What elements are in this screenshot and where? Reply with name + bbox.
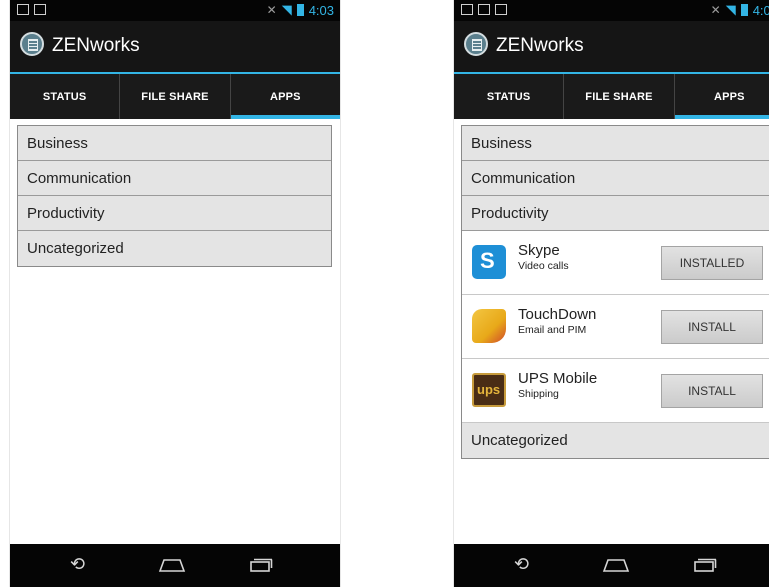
app-title: ZENworks xyxy=(52,35,140,56)
category-list: Business Communication Productivity Unca… xyxy=(17,125,332,267)
status-time: 4:03 xyxy=(308,2,334,18)
app-subtitle: Video calls xyxy=(518,260,569,272)
app-name: TouchDown xyxy=(518,306,597,323)
app-row-touchdown[interactable]: TouchDown Email and PIM INSTALL xyxy=(462,295,769,359)
app-name: UPS Mobile xyxy=(518,370,598,387)
navigation-bar xyxy=(454,544,769,587)
recent-apps-icon[interactable] xyxy=(690,558,718,572)
category-list: Business Communication Productivity Skyp… xyxy=(461,125,769,459)
tab-bar: STATUS FILE SHARE APPS xyxy=(454,74,769,119)
category-business[interactable]: Business xyxy=(462,126,769,161)
status-bar: ✕ ◥ 4:03 xyxy=(10,0,340,21)
phone-screen-left: ✕ ◥ 4:03 ZENworks STATUS FILE SHARE APPS… xyxy=(9,0,341,587)
category-productivity[interactable]: Productivity xyxy=(18,196,331,231)
app-row-ups-mobile[interactable]: UPS Mobile Shipping INSTALL xyxy=(462,359,769,423)
home-icon[interactable] xyxy=(158,558,186,572)
app-subtitle: Shipping xyxy=(518,388,559,400)
action-bar: ZENworks xyxy=(454,21,769,74)
app-subtitle: Email and PIM xyxy=(518,324,587,336)
status-time: 4:03 xyxy=(752,2,769,18)
wifi-icon: ◥ xyxy=(725,2,736,17)
app-name: Skype xyxy=(518,242,560,259)
zenworks-logo-icon[interactable] xyxy=(20,32,44,56)
battery-icon xyxy=(740,4,748,16)
mute-icon: ✕ xyxy=(710,3,721,17)
touchdown-icon xyxy=(472,309,506,343)
back-icon[interactable] xyxy=(70,554,92,575)
category-communication[interactable]: Communication xyxy=(462,161,769,196)
tab-apps[interactable]: APPS xyxy=(230,74,340,119)
category-uncategorized[interactable]: Uncategorized xyxy=(462,423,769,458)
ups-mobile-icon xyxy=(472,373,506,407)
apps-content: Business Communication Productivity Unca… xyxy=(10,119,340,544)
category-communication[interactable]: Communication xyxy=(18,161,331,196)
gallery-notification-icon xyxy=(17,4,29,15)
category-productivity[interactable]: Productivity xyxy=(462,196,769,231)
action-bar: ZENworks xyxy=(10,21,340,74)
app-title: ZENworks xyxy=(496,35,584,56)
tab-file-share[interactable]: FILE SHARE xyxy=(120,74,231,119)
recent-apps-icon[interactable] xyxy=(246,558,274,572)
installed-button[interactable]: INSTALLED xyxy=(661,246,763,280)
tab-bar: STATUS FILE SHARE APPS xyxy=(10,74,340,119)
mail-notification-icon xyxy=(478,4,490,15)
zenworks-logo-icon[interactable] xyxy=(464,32,488,56)
tab-status[interactable]: STATUS xyxy=(454,74,565,119)
navigation-bar xyxy=(10,544,340,587)
app-row-skype[interactable]: Skype Video calls INSTALLED xyxy=(462,231,769,295)
mute-icon: ✕ xyxy=(266,3,277,17)
tab-status[interactable]: STATUS xyxy=(10,74,121,119)
battery-icon xyxy=(296,4,304,16)
install-button[interactable]: INSTALL xyxy=(661,374,763,408)
phone-screen-right: ✕ ◥ 4:03 ZENworks STATUS FILE SHARE APPS… xyxy=(453,0,769,587)
gallery-notification-icon xyxy=(461,4,473,15)
tab-apps[interactable]: APPS xyxy=(674,74,769,119)
apps-content: Business Communication Productivity Skyp… xyxy=(454,119,769,544)
wifi-icon: ◥ xyxy=(281,2,292,17)
skype-icon xyxy=(472,245,506,279)
category-uncategorized[interactable]: Uncategorized xyxy=(18,231,331,266)
tab-file-share[interactable]: FILE SHARE xyxy=(564,74,675,119)
back-icon[interactable] xyxy=(514,554,536,575)
install-button[interactable]: INSTALL xyxy=(661,310,763,344)
home-icon[interactable] xyxy=(602,558,630,572)
category-business[interactable]: Business xyxy=(18,126,331,161)
mail-notification-icon xyxy=(34,4,46,15)
download-complete-icon xyxy=(495,4,507,15)
status-bar: ✕ ◥ 4:03 xyxy=(454,0,769,21)
